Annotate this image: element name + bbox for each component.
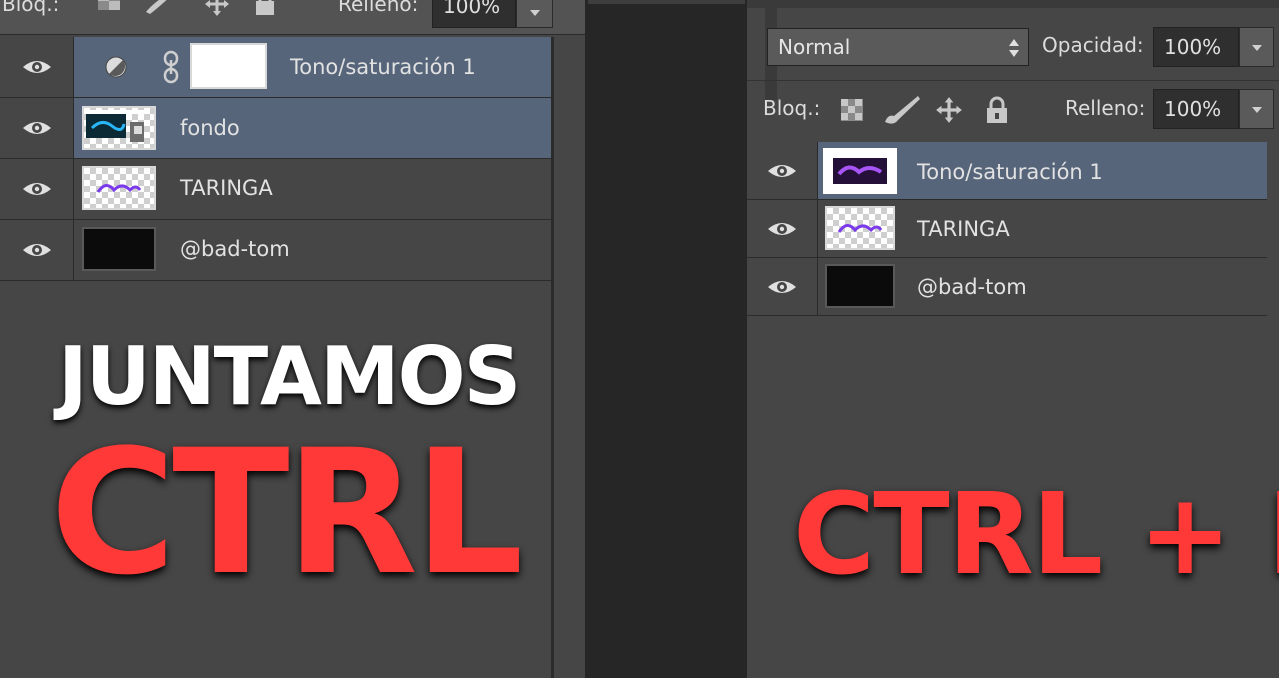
eye-icon[interactable] bbox=[22, 180, 52, 198]
layer-name: fondo bbox=[180, 116, 240, 140]
layer-row[interactable]: TARINGA bbox=[0, 159, 553, 220]
overlay-shortcut-left: CTRL bbox=[50, 412, 524, 613]
gap-strip bbox=[588, 0, 745, 4]
move-icon[interactable] bbox=[934, 95, 964, 125]
layer-row[interactable]: Tono/saturación 1 bbox=[0, 37, 553, 98]
fill-dropdown-button[interactable] bbox=[1239, 89, 1274, 129]
layer-name: TARINGA bbox=[180, 176, 273, 200]
layer-row[interactable]: fondo bbox=[0, 98, 553, 159]
opacity-dropdown-button[interactable] bbox=[1239, 27, 1274, 67]
eye-icon[interactable] bbox=[767, 220, 797, 238]
scrollbar-track[interactable] bbox=[551, 37, 554, 678]
layer-thumbnail[interactable] bbox=[82, 106, 156, 150]
gap bbox=[585, 0, 747, 678]
mask-thumbnail[interactable] bbox=[190, 43, 267, 89]
layer-thumbnail[interactable] bbox=[825, 264, 895, 308]
layer-name: TARINGA bbox=[917, 217, 1010, 241]
fill-field[interactable]: 100% bbox=[432, 0, 516, 28]
taringa-logo-preview bbox=[837, 224, 883, 233]
visibility-cell[interactable] bbox=[747, 200, 818, 257]
layer-name: Tono/saturación 1 bbox=[290, 55, 476, 79]
smart-object-preview bbox=[86, 110, 150, 142]
top-strip bbox=[747, 0, 1279, 8]
opacity-field[interactable]: 100% bbox=[1153, 27, 1239, 67]
eye-icon[interactable] bbox=[22, 241, 52, 259]
eye-icon[interactable] bbox=[767, 162, 797, 180]
fill-field[interactable]: 100% bbox=[1153, 89, 1239, 129]
fill-label: Relleno: bbox=[1065, 96, 1146, 120]
opacity-label: Opacidad: bbox=[1042, 33, 1144, 57]
merged-preview bbox=[833, 158, 887, 184]
divider bbox=[747, 80, 1279, 81]
lock-icon[interactable] bbox=[985, 96, 1009, 124]
lock-label: Bloq.: bbox=[763, 96, 821, 120]
fill-label: Relleno: bbox=[338, 0, 419, 16]
visibility-cell[interactable] bbox=[747, 258, 818, 315]
fill-dropdown-button[interactable] bbox=[516, 0, 553, 28]
blend-mode-select[interactable]: Normal bbox=[767, 28, 1029, 66]
layer-thumbnail[interactable] bbox=[82, 227, 156, 271]
blend-mode-value: Normal bbox=[778, 35, 851, 59]
visibility-cell[interactable] bbox=[0, 37, 74, 97]
brush-icon[interactable] bbox=[882, 94, 922, 126]
layer-list: Tono/saturación 1 TARINGA @bad-tom bbox=[747, 142, 1267, 316]
overlay-shortcut-right: CTRL + E bbox=[793, 470, 1279, 600]
eye-icon[interactable] bbox=[22, 58, 52, 76]
adjustment-icon bbox=[105, 56, 127, 78]
move-icon[interactable] bbox=[203, 0, 231, 18]
lock-icon[interactable] bbox=[253, 0, 277, 16]
layer-row[interactable]: @bad-tom bbox=[0, 220, 553, 281]
layer-name: @bad-tom bbox=[917, 275, 1027, 299]
brush-icon[interactable] bbox=[142, 0, 174, 16]
layer-row[interactable]: @bad-tom bbox=[747, 258, 1267, 316]
lock-label: Bloq.: bbox=[2, 0, 60, 16]
layer-name: @bad-tom bbox=[180, 237, 290, 261]
lock-transparent-icon[interactable] bbox=[97, 0, 123, 14]
overlay-title: JUNTAMOS bbox=[58, 330, 521, 423]
visibility-cell[interactable] bbox=[747, 142, 818, 199]
layer-row[interactable]: TARINGA bbox=[747, 200, 1267, 258]
layer-list: Tono/saturación 1 fondo TARINGA @bad-tom bbox=[0, 37, 553, 281]
layer-thumbnail[interactable] bbox=[82, 166, 156, 210]
eye-icon[interactable] bbox=[767, 278, 797, 296]
layer-name: Tono/saturación 1 bbox=[917, 160, 1103, 184]
link-icon[interactable] bbox=[162, 50, 180, 84]
eye-icon[interactable] bbox=[22, 119, 52, 137]
visibility-cell[interactable] bbox=[0, 98, 74, 158]
layer-thumbnail[interactable] bbox=[825, 206, 895, 250]
spinner-icon bbox=[1009, 39, 1019, 57]
layer-thumbnail[interactable] bbox=[823, 148, 897, 194]
visibility-cell[interactable] bbox=[0, 159, 74, 219]
layer-row[interactable]: Tono/saturación 1 bbox=[747, 142, 1267, 200]
taringa-logo-preview bbox=[96, 184, 142, 193]
visibility-cell[interactable] bbox=[0, 220, 74, 280]
lock-transparent-icon[interactable] bbox=[840, 98, 864, 122]
lock-toolbar: Bloq.: Relleno: 100% bbox=[0, 0, 585, 35]
